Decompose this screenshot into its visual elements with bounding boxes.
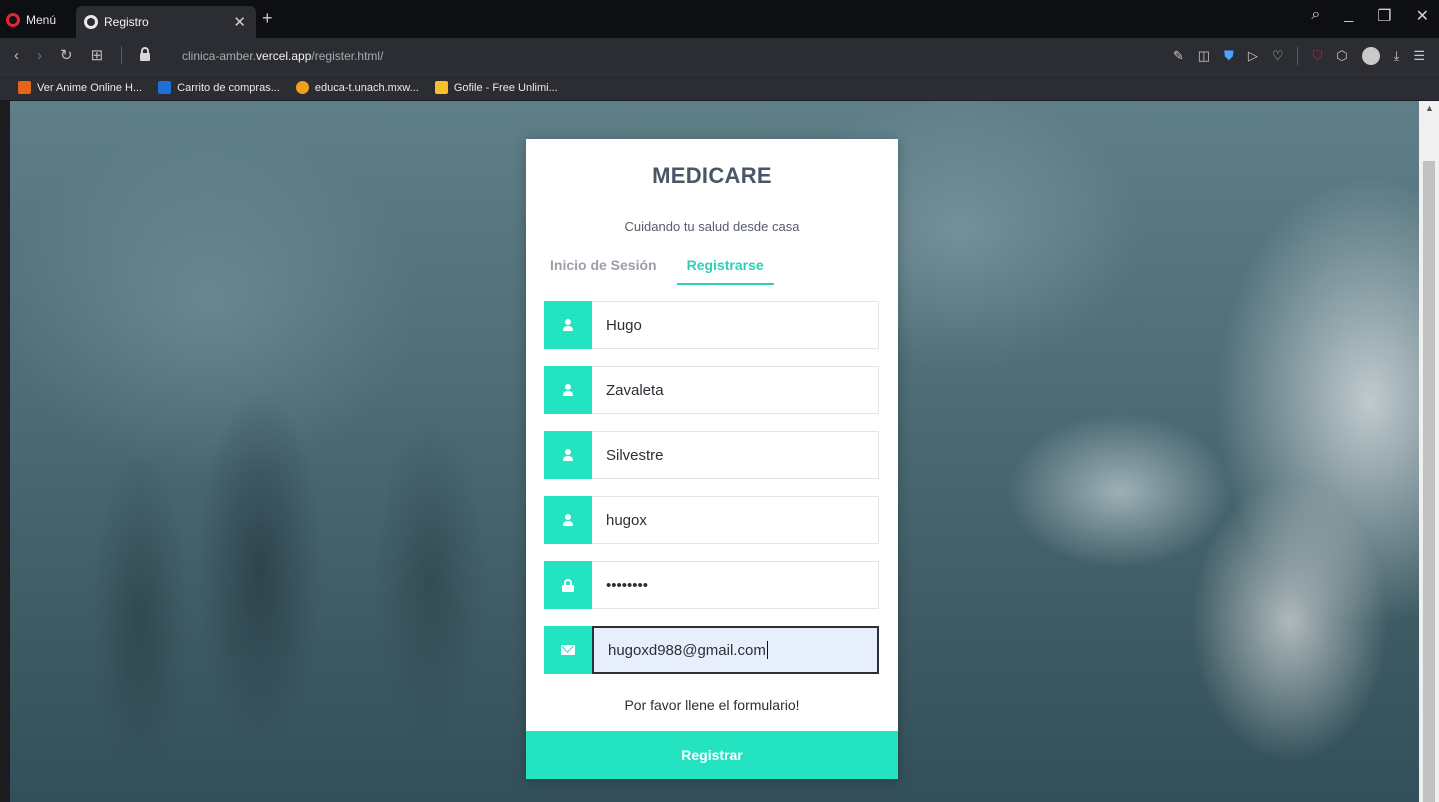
page-scrollbar[interactable]: ▲ xyxy=(1419,101,1439,802)
url-domain: vercel.app xyxy=(256,49,312,63)
search-icon[interactable]: ⌕ xyxy=(1311,6,1320,26)
first-name-input[interactable]: Hugo xyxy=(592,301,879,349)
camera-icon[interactable]: ◫ xyxy=(1198,48,1210,64)
back-icon[interactable]: ‹ xyxy=(14,47,19,64)
divider xyxy=(1297,47,1299,65)
globe-icon xyxy=(84,15,98,29)
envelope-icon xyxy=(561,645,575,655)
tab-close-icon[interactable]: ✕ xyxy=(233,13,246,31)
bookmark-label: Carrito de compras... xyxy=(177,81,280,94)
bookmark-label: educa-t.unach.mxw... xyxy=(314,81,419,94)
send-icon[interactable]: ▷ xyxy=(1248,48,1258,64)
password-field: •••••••• xyxy=(544,561,879,609)
lock-icon xyxy=(562,578,574,592)
browser-tabbar: Menú Registro ✕ + ⌕ _ ❐ ✕ xyxy=(0,0,1439,38)
second-last-name-input[interactable]: Silvestre xyxy=(592,431,879,479)
user-icon xyxy=(562,514,574,526)
user-icon xyxy=(562,449,574,461)
auth-tabs: Inicio de Sesión Registrarse xyxy=(550,253,774,285)
bookmark-item[interactable]: Gofile - Free Unlimi... xyxy=(434,81,558,94)
password-input[interactable]: •••••••• xyxy=(592,561,879,609)
address-bar: ‹ › ↻ ⊞ clinica-amber.vercel.app/registe… xyxy=(0,38,1439,74)
scroll-thumb[interactable] xyxy=(1423,161,1435,802)
last-name-input[interactable]: Zavaleta xyxy=(592,366,879,414)
opera-menu-button[interactable]: Menú xyxy=(6,11,56,29)
cart-icon xyxy=(158,81,172,94)
username-input[interactable]: hugox xyxy=(592,496,879,544)
close-window-icon[interactable]: ✕ xyxy=(1416,6,1429,26)
browser-tab[interactable]: Registro ✕ xyxy=(76,6,256,38)
reload-icon[interactable]: ↻ xyxy=(60,46,73,64)
form-message: Por favor llene el formulario! xyxy=(624,697,800,713)
field-icon-box xyxy=(544,626,592,674)
bookmark-item[interactable]: Ver Anime Online H... xyxy=(18,81,142,94)
divider xyxy=(121,46,123,64)
bookmark-item[interactable]: Carrito de compras... xyxy=(158,81,280,94)
adblock-shield-icon[interactable]: ⛉ xyxy=(1312,48,1322,64)
first-name-field: Hugo xyxy=(544,301,879,349)
user-icon xyxy=(562,384,574,396)
field-icon-box xyxy=(544,561,592,609)
field-icon-box xyxy=(544,366,592,414)
field-icon-box xyxy=(544,496,592,544)
navigation-controls: ‹ › ↻ ⊞ xyxy=(14,46,151,64)
shield-check-icon[interactable]: ⛊ xyxy=(1224,48,1234,64)
easy-setup-icon[interactable]: ☰ xyxy=(1413,48,1425,64)
text-caret xyxy=(766,641,768,659)
download-icon[interactable]: ⤓ xyxy=(1394,48,1400,64)
register-card: MEDICARE Cuidando tu salud desde casa In… xyxy=(526,139,898,779)
page-viewport: MEDICARE Cuidando tu salud desde casa In… xyxy=(10,101,1419,802)
cap-icon xyxy=(295,81,309,94)
tab-register[interactable]: Registrarse xyxy=(676,253,774,285)
scroll-up-icon[interactable]: ▲ xyxy=(1425,103,1434,113)
field-icon-box xyxy=(544,431,592,479)
brand-title: MEDICARE xyxy=(652,163,772,188)
bookmark-label: Gofile - Free Unlimi... xyxy=(453,81,558,94)
bookmark-label: Ver Anime Online H... xyxy=(37,81,143,94)
url-field[interactable]: clinica-amber.vercel.app/register.html/ xyxy=(182,49,383,63)
menu-label: Menú xyxy=(26,13,57,27)
edit-icon[interactable]: ✎ xyxy=(1173,48,1184,64)
lock-icon[interactable] xyxy=(140,47,151,61)
forward-icon[interactable]: › xyxy=(37,47,42,64)
profile-avatar-icon[interactable] xyxy=(1361,47,1380,65)
folder-icon xyxy=(434,81,448,94)
url-prefix: clinica-amber. xyxy=(182,49,257,63)
email-field: hugoxd988@gmail.com xyxy=(544,626,879,674)
cube-icon[interactable]: ⬡ xyxy=(1336,48,1347,64)
new-tab-button[interactable]: + xyxy=(262,8,273,29)
second-last-name-field: Silvestre xyxy=(544,431,879,479)
bookmarks-bar: Ver Anime Online H... Carrito de compras… xyxy=(0,74,1439,100)
opera-logo-icon xyxy=(6,13,20,27)
email-input[interactable]: hugoxd988@gmail.com xyxy=(592,626,879,674)
minimize-icon[interactable]: _ xyxy=(1344,6,1353,26)
field-icon-box xyxy=(544,301,592,349)
tagline: Cuidando tu salud desde casa xyxy=(624,219,800,234)
heart-icon[interactable]: ♡ xyxy=(1272,48,1284,64)
url-path: /register.html/ xyxy=(311,49,384,63)
address-bar-tools: ✎ ◫ ⛊ ▷ ♡ ⛉ ⬡ ⤓ ☰ xyxy=(1173,47,1425,65)
restore-icon[interactable]: ❐ xyxy=(1377,6,1391,26)
register-button[interactable]: Registrar xyxy=(526,731,898,779)
username-field: hugox xyxy=(544,496,879,544)
tab-login[interactable]: Inicio de Sesión xyxy=(550,253,667,285)
window-controls: ⌕ _ ❐ ✕ xyxy=(1311,6,1429,26)
last-name-field: Zavaleta xyxy=(544,366,879,414)
bookmark-item[interactable]: educa-t.unach.mxw... xyxy=(295,81,419,94)
email-value: hugoxd988@gmail.com xyxy=(608,641,766,659)
af-icon xyxy=(18,81,31,94)
tab-title: Registro xyxy=(104,15,149,29)
speed-dial-icon[interactable]: ⊞ xyxy=(91,46,104,64)
user-icon xyxy=(562,319,574,331)
